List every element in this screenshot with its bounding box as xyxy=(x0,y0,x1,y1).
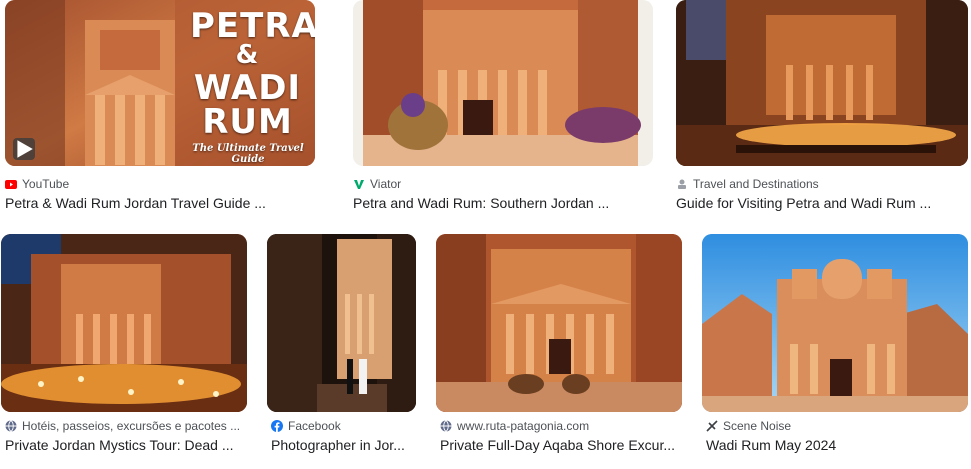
result-title[interactable]: Private Full-Day Aqaba Shore Excur... xyxy=(440,437,682,453)
globe-icon xyxy=(5,420,17,432)
result-title[interactable]: Wadi Rum May 2024 xyxy=(706,437,968,453)
result-source[interactable]: Travel and Destinations xyxy=(676,177,968,191)
viator-icon xyxy=(353,178,365,190)
result-title[interactable]: Petra & Wadi Rum Jordan Travel Guide ... xyxy=(5,195,315,211)
youtube-icon xyxy=(5,178,17,190)
image-thumbnail[interactable]: PETRA & WADI RUM The Ultimate Travel Gui… xyxy=(5,0,315,166)
result-source-name: YouTube xyxy=(22,177,70,191)
result-source[interactable]: www.ruta-patagonia.com xyxy=(440,419,682,433)
image-thumbnail[interactable] xyxy=(436,234,682,412)
result-title[interactable]: Photographer in Jor... xyxy=(271,437,416,453)
result-source-name: Hotéis, passeios, excursões e pacotes ..… xyxy=(22,419,241,433)
result-source[interactable]: Scene Noise xyxy=(706,419,968,433)
result-source-name: Viator xyxy=(370,177,402,191)
thumbnail-overlay-title-3: RUM xyxy=(202,102,293,142)
result-source[interactable]: YouTube xyxy=(5,177,315,191)
result-title[interactable]: Private Jordan Mystics Tour: Dead ... xyxy=(5,437,247,453)
result-source[interactable]: Facebook xyxy=(271,419,416,433)
thumbnail-overlay-amp: & xyxy=(235,40,260,70)
result-title[interactable]: Petra and Wadi Rum: Southern Jordan ... xyxy=(353,195,653,211)
thumbnail-overlay-subtitle: The Ultimate Travel Guide xyxy=(192,143,304,165)
image-thumbnail[interactable] xyxy=(1,234,247,412)
result-source[interactable]: Hotéis, passeios, excursões e pacotes ..… xyxy=(5,419,247,433)
play-icon[interactable] xyxy=(13,138,35,160)
scene-noise-icon xyxy=(706,420,718,432)
image-thumbnail[interactable] xyxy=(702,234,968,412)
travel-destinations-icon xyxy=(676,178,688,190)
globe-icon xyxy=(440,420,452,432)
result-source-name: Scene Noise xyxy=(723,419,792,433)
result-source-name: Facebook xyxy=(288,419,341,433)
image-thumbnail[interactable] xyxy=(353,0,653,166)
result-title[interactable]: Guide for Visiting Petra and Wadi Rum ..… xyxy=(676,195,968,211)
image-thumbnail[interactable] xyxy=(676,0,968,166)
result-source-name: www.ruta-patagonia.com xyxy=(457,419,590,433)
result-source[interactable]: Viator xyxy=(353,177,653,191)
image-thumbnail[interactable] xyxy=(267,234,416,412)
result-source-name: Travel and Destinations xyxy=(693,177,819,191)
facebook-icon xyxy=(271,420,283,432)
